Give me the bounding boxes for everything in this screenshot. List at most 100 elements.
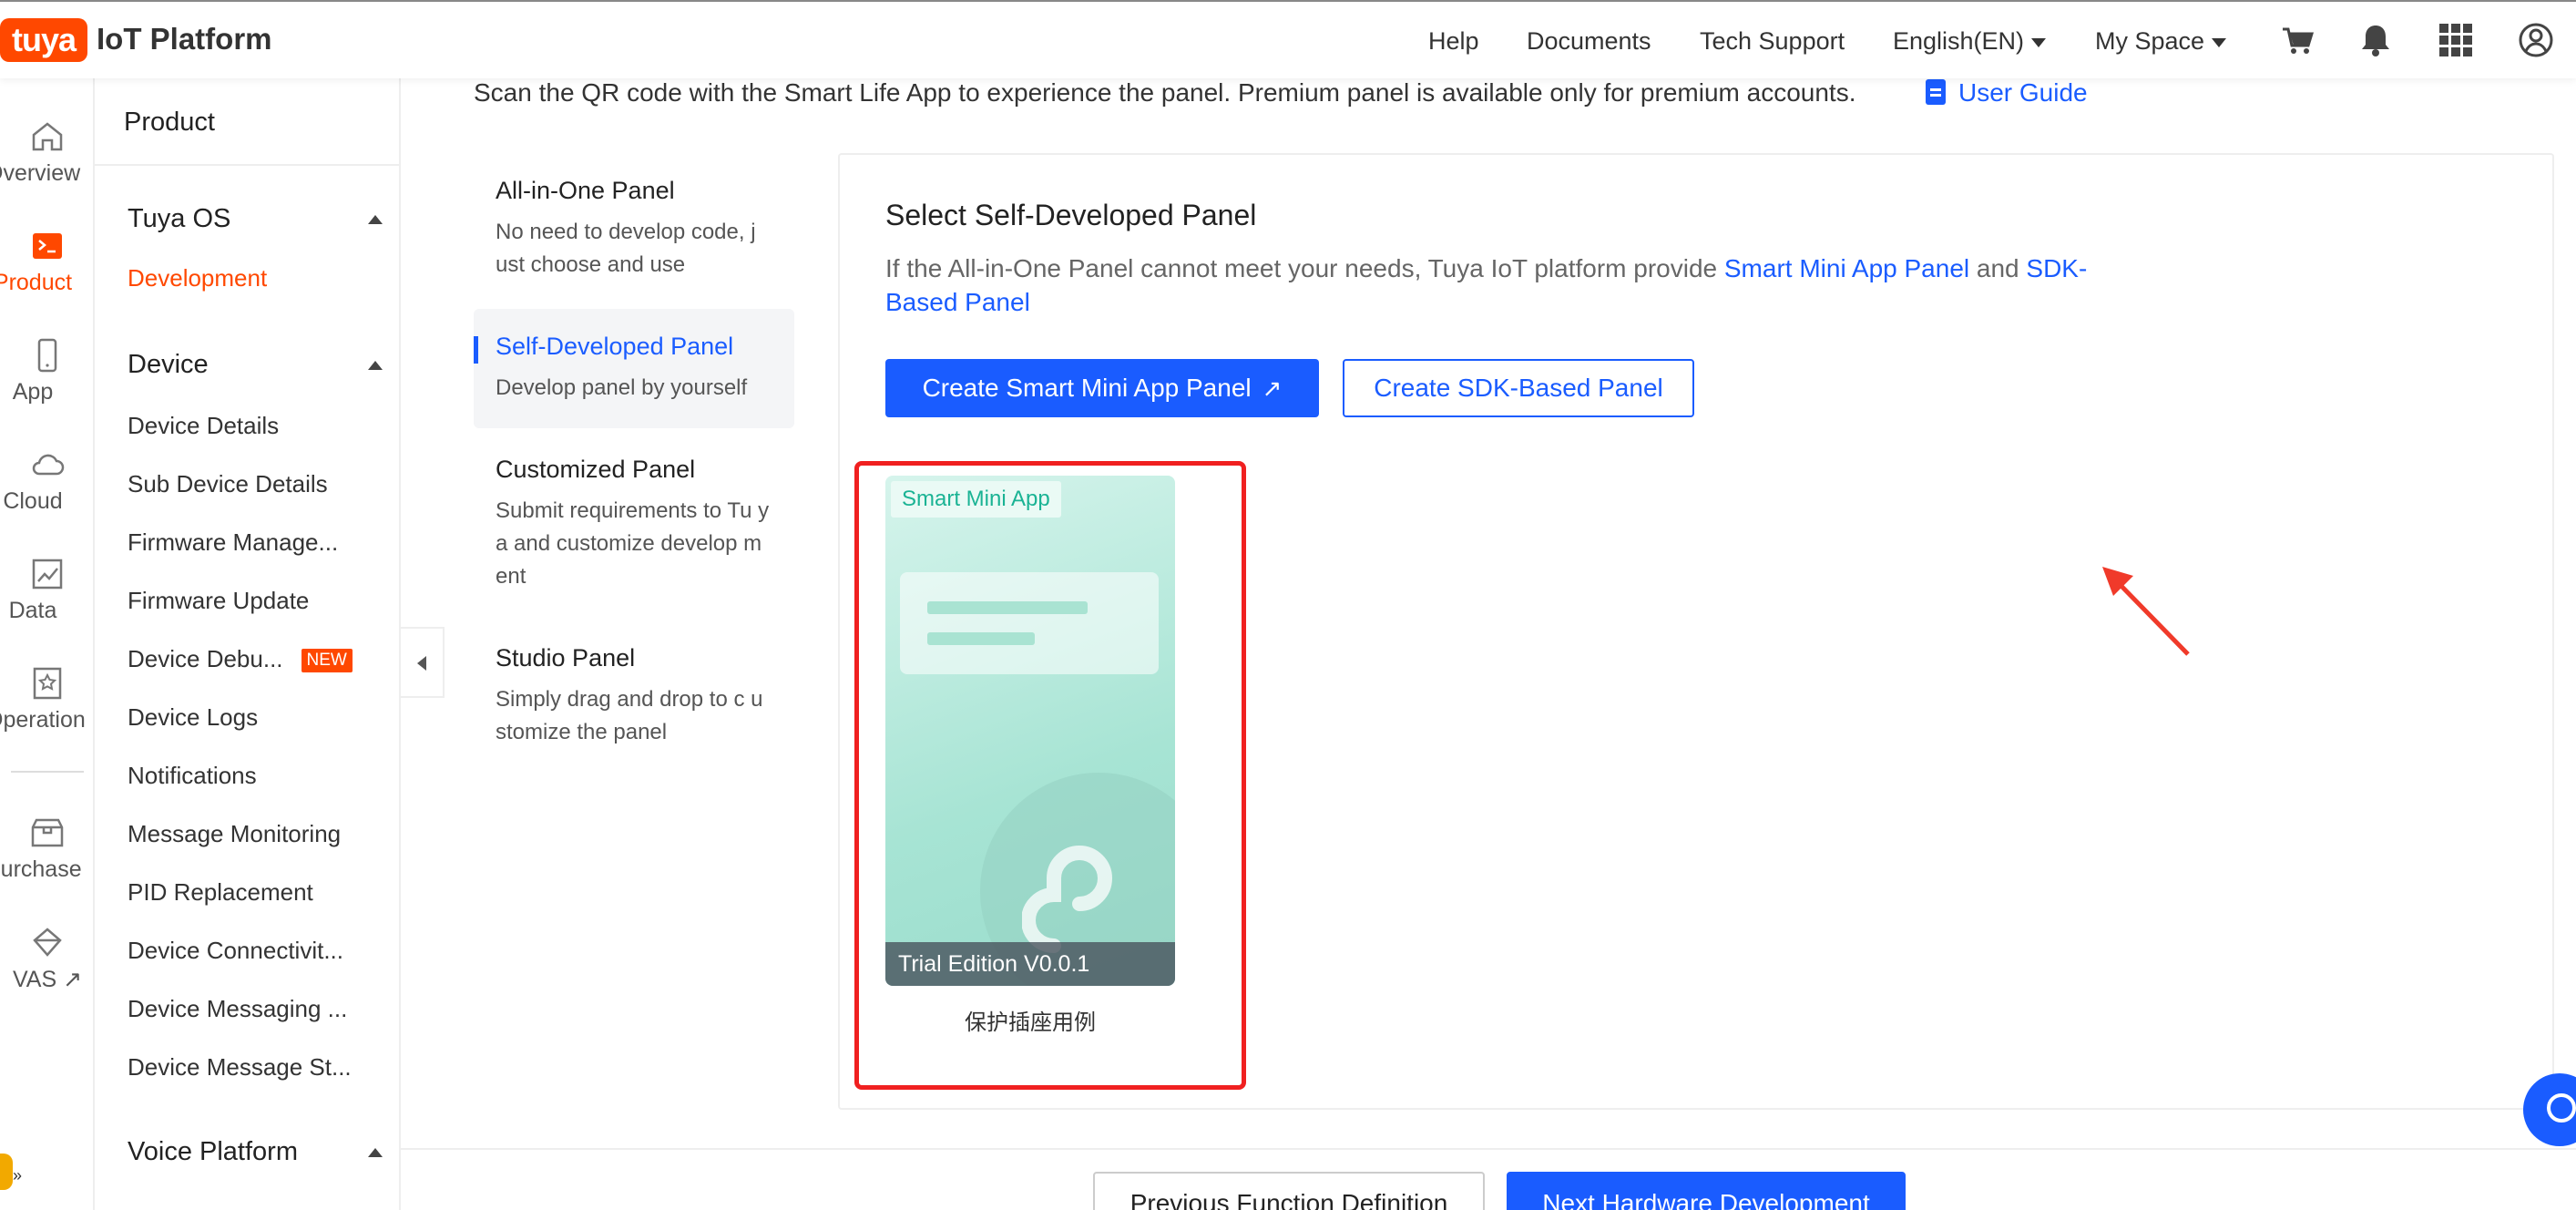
sidebar-item-development[interactable]: Development (128, 264, 267, 292)
rail-item-purchase[interactable]: Purchase (0, 815, 93, 883)
terminal-icon (33, 233, 62, 259)
document-icon (1926, 79, 1946, 105)
rail-label: App (12, 379, 54, 405)
panel-type-customized[interactable]: Customized Panel Submit requirements to … (474, 432, 794, 617)
user-guide-link[interactable]: User Guide (1926, 78, 2088, 108)
panel-type-self-developed[interactable]: Self-Developed Panel Develop panel by yo… (474, 309, 794, 428)
rail-label: Data (8, 598, 57, 623)
panel-type-desc: No need to develop code, j ust choose an… (496, 220, 756, 277)
external-link-icon: ↗ (63, 967, 83, 992)
placeholder-line (927, 632, 1035, 645)
next-step-button[interactable]: Next Hardware Development (1507, 1172, 1906, 1210)
chevron-down-icon (2212, 37, 2227, 47)
sidebar-item-device-debugging[interactable]: Device Debu... NEW (128, 645, 353, 673)
rail-item-data[interactable]: Data (0, 556, 93, 624)
bell-icon[interactable] (2357, 22, 2394, 58)
user-avatar-icon[interactable] (2518, 22, 2554, 58)
external-link-icon: ↗ (1262, 374, 1283, 402)
nav-help[interactable]: Help (1428, 27, 1479, 56)
rail-item-app[interactable]: App (0, 337, 93, 405)
vas-label: VAS (12, 967, 57, 992)
section-description: If the All-in-One Panel cannot meet your… (885, 251, 2142, 319)
language-select[interactable]: English(EN) (1893, 27, 2047, 56)
panel-type-tag: Smart Mini App (891, 481, 1061, 518)
create-smart-mini-app-panel-button[interactable]: Create Smart Mini App Panel ↗ (885, 359, 1319, 417)
nav-tech-support[interactable]: Tech Support (1700, 27, 1845, 56)
chevron-left-icon (417, 656, 426, 671)
new-badge: NEW (301, 649, 353, 673)
section-title: Select Self-Developed Panel (885, 199, 1257, 231)
rail-label: Operation (0, 707, 86, 733)
assistant-avatar[interactable] (0, 1154, 13, 1190)
product-sidebar: Product Tuya OS Development Device Devic… (95, 78, 401, 1210)
platform-title[interactable]: IoT Platform (97, 22, 272, 56)
main-nav-rail: Overview Product App Cloud Data Operatio… (0, 78, 95, 1210)
panel-type-desc: Simply drag and drop to c ustomize the p… (496, 687, 763, 744)
chart-icon (32, 559, 63, 590)
button-label: Create Smart Mini App Panel (922, 374, 1252, 402)
panel-type-studio[interactable]: Studio Panel Simply drag and drop to c u… (474, 620, 794, 773)
panel-type-list: All-in-One Panel No need to develop code… (474, 153, 794, 776)
qr-notice: Scan the QR code with the Smart Life App… (474, 78, 1856, 107)
cloud-icon (32, 454, 65, 476)
panel-type-desc: Develop panel by yourself (496, 375, 748, 400)
rail-item-vas[interactable]: VAS ↗ (0, 924, 93, 993)
apps-grid-icon[interactable] (2438, 22, 2474, 58)
rail-item-operation[interactable]: Operation (0, 665, 93, 733)
rail-label: Product (0, 270, 73, 295)
sidebar-item-device-details[interactable]: Device Details (128, 412, 279, 440)
footer-bar: Previous Function Definition Next Hardwa… (401, 1148, 2576, 1210)
rail-item-cloud[interactable]: Cloud (0, 446, 93, 515)
sidebar-collapse-button[interactable] (401, 627, 445, 698)
section-label: Device (128, 350, 209, 379)
sidebar-item-device-message-stats[interactable]: Device Message St... (128, 1053, 352, 1082)
create-sdk-based-panel-button[interactable]: Create SDK-Based Panel (1343, 359, 1694, 417)
edition-label: Trial Edition V0.0.1 (885, 942, 1175, 986)
rail-item-overview[interactable]: Overview (0, 118, 93, 187)
self-developed-panel-card: Select Self-Developed Panel If the All-i… (838, 153, 2554, 1110)
diamond-icon (33, 928, 62, 957)
phone-icon (37, 338, 57, 373)
box-icon (31, 818, 64, 847)
rail-item-product[interactable]: Product (0, 228, 93, 296)
panel-type-all-in-one[interactable]: All-in-One Panel No need to develop code… (474, 153, 794, 305)
nav-documents[interactable]: Documents (1527, 27, 1651, 56)
panel-type-desc: Submit requirements to Tu ya and customi… (496, 498, 770, 589)
sidebar-item-message-monitoring[interactable]: Message Monitoring (128, 820, 341, 848)
language-label: English(EN) (1893, 27, 2025, 55)
rail-label: Cloud (3, 488, 63, 514)
sidebar-item-device-messaging[interactable]: Device Messaging ... (128, 995, 347, 1023)
desc-text: If the All-in-One Panel cannot meet your… (885, 254, 1724, 282)
section-label: Tuya OS (128, 204, 231, 233)
cart-icon[interactable] (2279, 22, 2315, 58)
my-space-select[interactable]: My Space (2095, 27, 2227, 56)
sidebar-item-pid-replacement[interactable]: PID Replacement (128, 878, 313, 907)
panel-type-title: Self-Developed Panel (496, 333, 734, 360)
desc-text: and (1969, 254, 2027, 282)
my-space-label: My Space (2095, 27, 2205, 55)
sidebar-item-notifications[interactable]: Notifications (128, 762, 257, 790)
collapse-up-icon (368, 361, 383, 370)
home-icon (32, 122, 63, 151)
sidebar-item-device-logs[interactable]: Device Logs (128, 703, 258, 732)
rail-label: Purchase (0, 856, 82, 882)
rail-divider (11, 771, 84, 773)
sidebar-item-firmware-update[interactable]: Firmware Update (128, 587, 309, 615)
sidebar-section-tuya-os[interactable]: Tuya OS (128, 204, 383, 234)
panel-preview-card[interactable]: Smart Mini App Trial Edition V0.0.1 (885, 476, 1175, 986)
smart-mini-app-panel-link[interactable]: Smart Mini App Panel (1724, 254, 1969, 282)
star-badge-icon (33, 667, 62, 700)
sidebar-divider (95, 164, 399, 166)
panel-type-title: Studio Panel (496, 644, 636, 672)
annotation-arrow-icon (2102, 567, 2190, 656)
mini-app-logo-icon (1022, 846, 1112, 953)
sidebar-item-device-connectivity[interactable]: Device Connectivit... (128, 937, 343, 965)
sidebar-item-firmware-management[interactable]: Firmware Manage... (128, 528, 338, 557)
sidebar-section-device[interactable]: Device (128, 350, 383, 380)
top-bar: tuya IoT Platform Help Documents Tech Su… (0, 0, 2576, 78)
preview-placeholder-card (900, 572, 1159, 674)
sidebar-item-sub-device-details[interactable]: Sub Device Details (128, 470, 328, 498)
sidebar-section-voice-platform[interactable]: Voice Platform (128, 1137, 383, 1167)
previous-step-button[interactable]: Previous Function Definition (1093, 1172, 1485, 1210)
tuya-logo[interactable]: tuya (0, 18, 87, 62)
